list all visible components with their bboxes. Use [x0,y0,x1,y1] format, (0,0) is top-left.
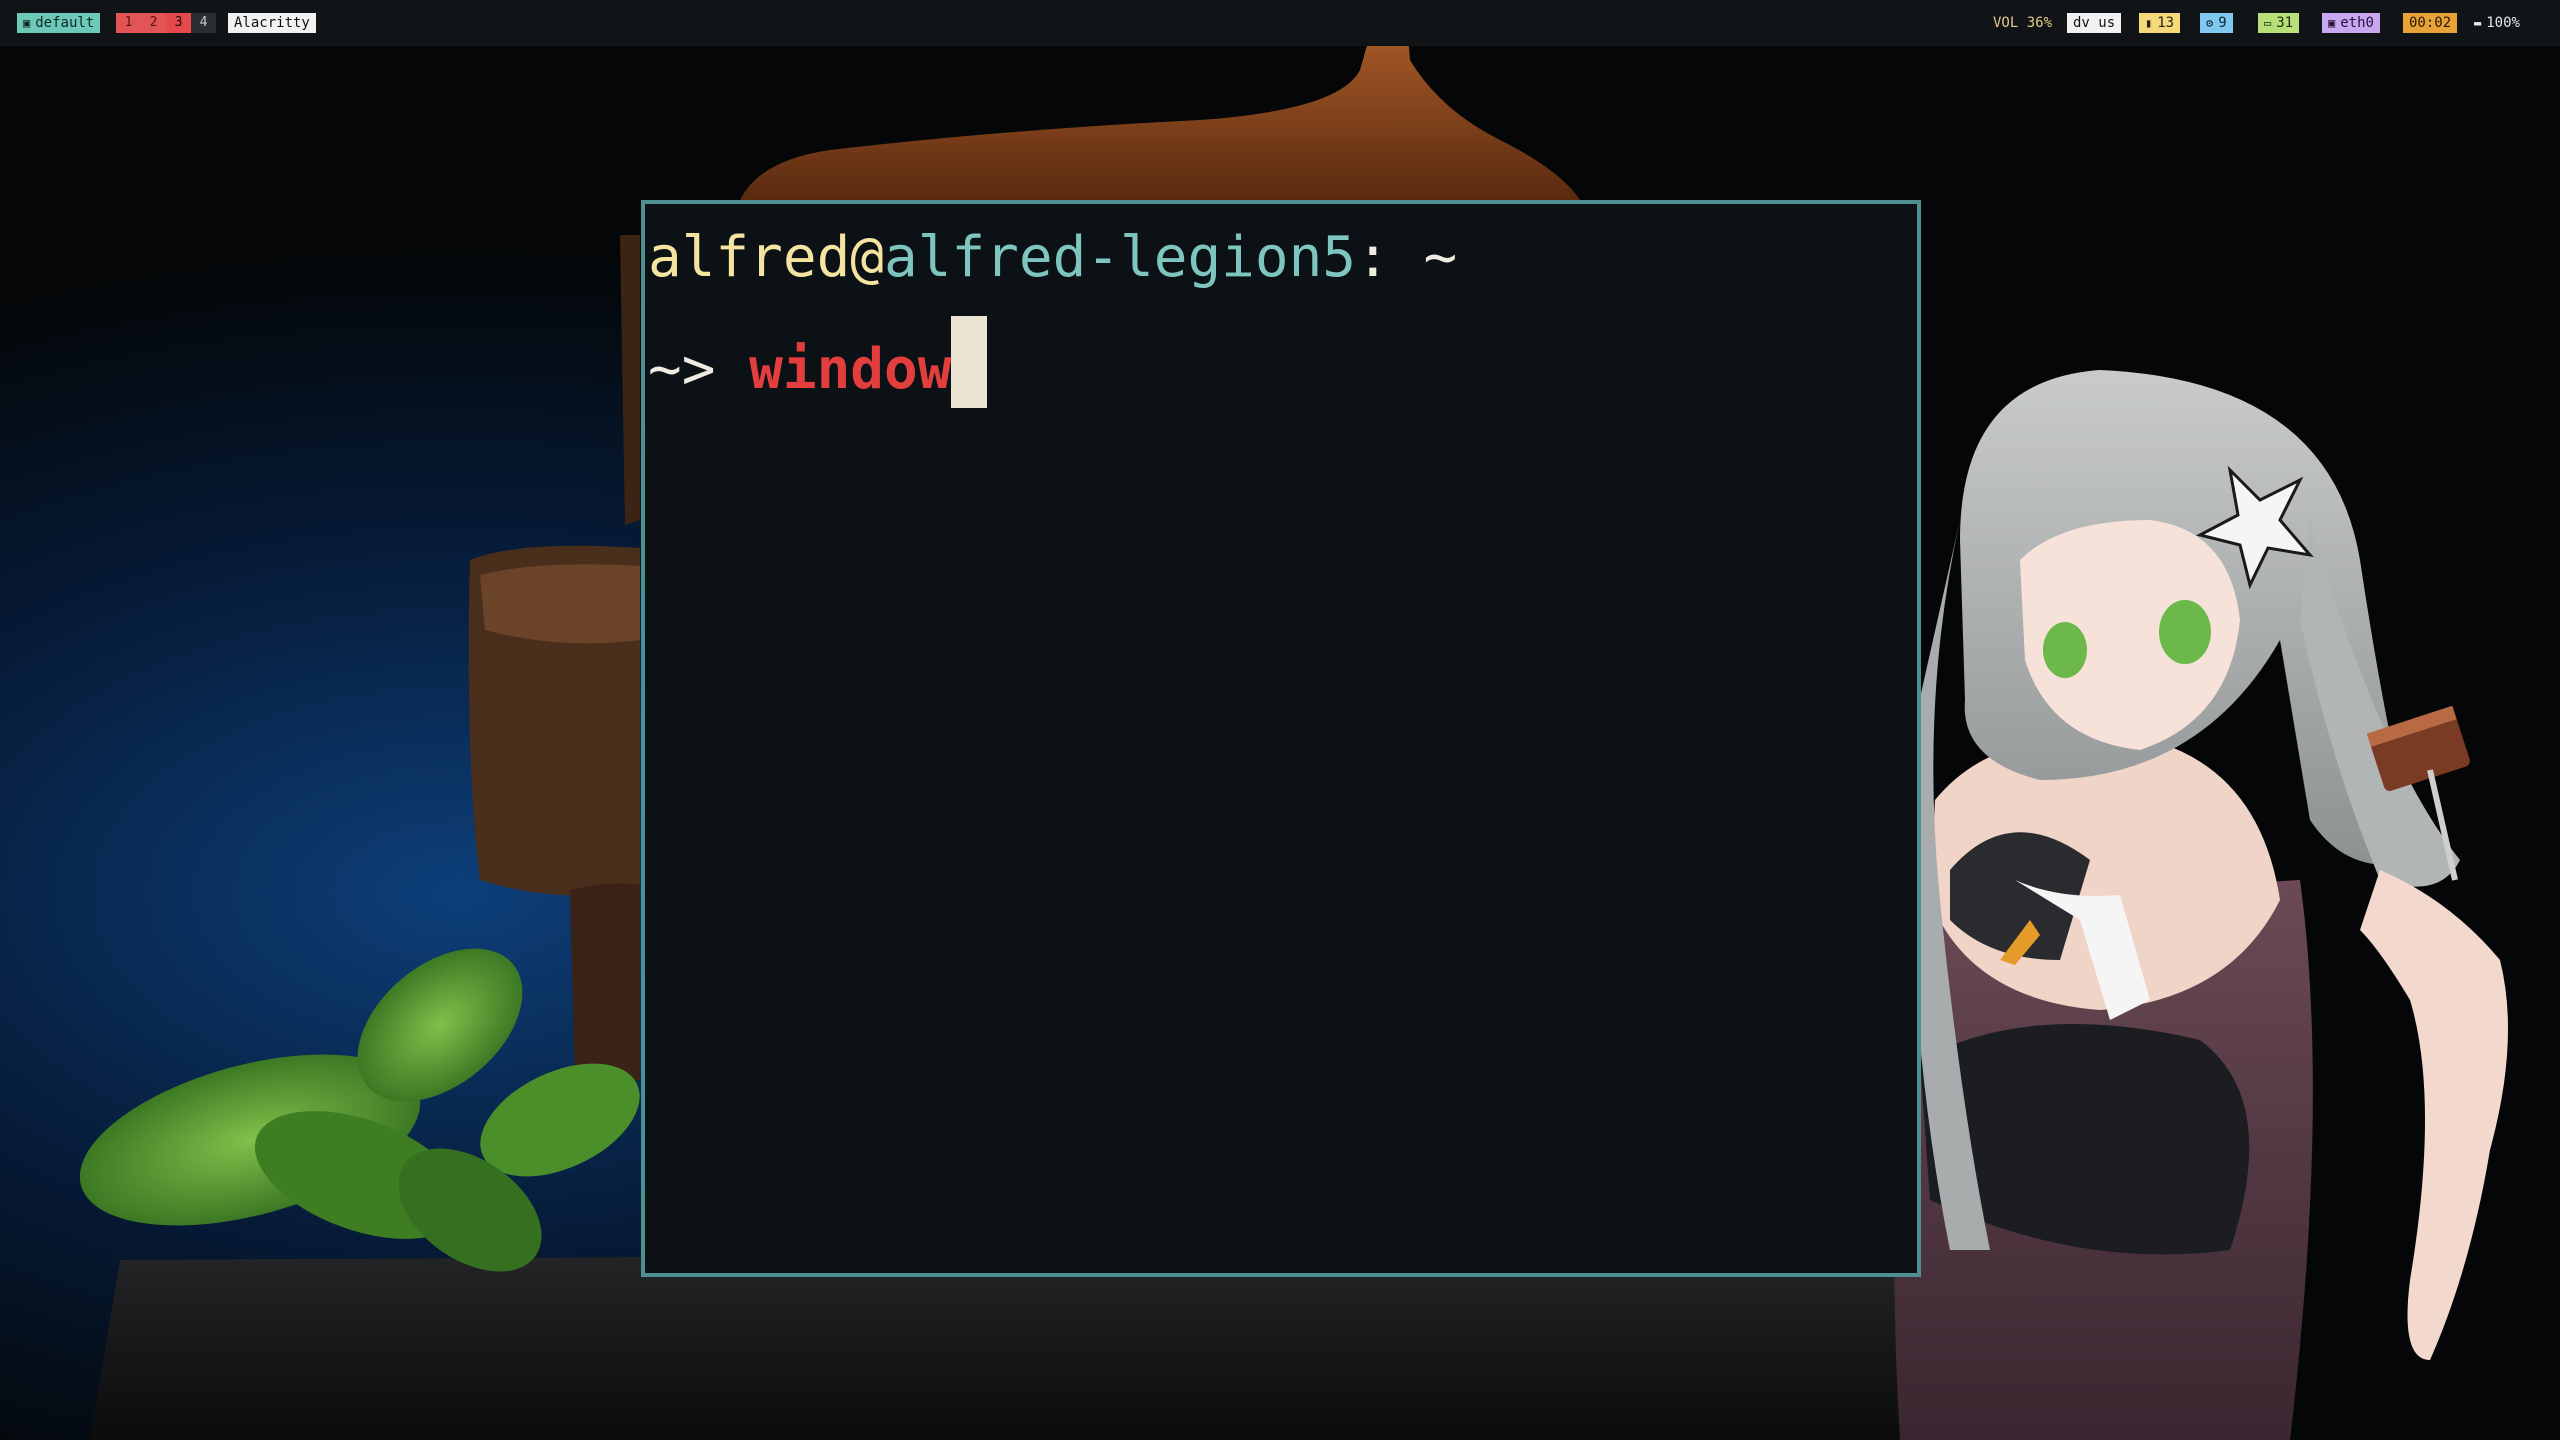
battery-indicator[interactable]: ▬ 100% [2468,13,2526,33]
memory-icon: ▮ [2145,16,2153,30]
command-line[interactable]: ~> window [648,316,988,408]
prompt-symbol: ~> [648,337,716,402]
terminal-window[interactable]: alfred@alfred-legion5: ~ ~> window [641,200,1921,1277]
layout-icon: ▣ [23,16,31,30]
display-indicator[interactable]: ▭ 31 [2258,13,2300,33]
workspace-2[interactable]: 2 [141,13,166,33]
brownie-bottom [570,883,640,1085]
volume-indicator[interactable]: VOL 36% [1987,13,2058,33]
battery-value: 100% [2486,15,2520,31]
keyboard-layout[interactable]: dv us [2067,13,2122,33]
cpu-value: 9 [2218,15,2227,31]
slate-board [90,1250,1990,1440]
prompt-header: alfred@alfred-legion5: ~ [648,226,1457,290]
battery-icon: ▬ [2474,16,2482,30]
text-cursor [951,316,988,408]
workspace-switcher: 1 2 3 4 [116,13,216,33]
workspace-4[interactable]: 4 [191,13,216,33]
prompt-colon: : [1356,225,1390,290]
prompt-host: alfred-legion5 [884,225,1357,290]
cpu-icon: ⚙ [2206,16,2214,30]
prompt-cwd: ~ [1423,225,1458,290]
memory-value: 13 [2157,15,2175,31]
command-text: window [749,337,952,402]
window-title: Alacritty [228,13,316,33]
status-bar: ▣ default 1 2 3 4 Alacritty VOL 36% dv us… [0,0,2560,46]
cpu-indicator[interactable]: ⚙ 9 [2200,13,2233,33]
network-value: eth0 [2340,15,2374,31]
layout-indicator[interactable]: ▣ default [17,13,101,33]
workspace-3[interactable]: 3 [166,13,191,33]
network-icon: ▣ [2328,16,2336,30]
layout-label: default [35,15,95,31]
workspace-1[interactable]: 1 [116,13,141,33]
network-indicator[interactable]: ▣ eth0 [2322,13,2380,33]
memory-indicator[interactable]: ▮ 13 [2139,13,2181,33]
display-value: 31 [2276,15,2294,31]
prompt-user: alfred [648,225,851,290]
monitor-icon: ▭ [2264,16,2272,30]
prompt-at: @ [850,225,885,290]
clock[interactable]: 00:02 [2403,13,2458,33]
